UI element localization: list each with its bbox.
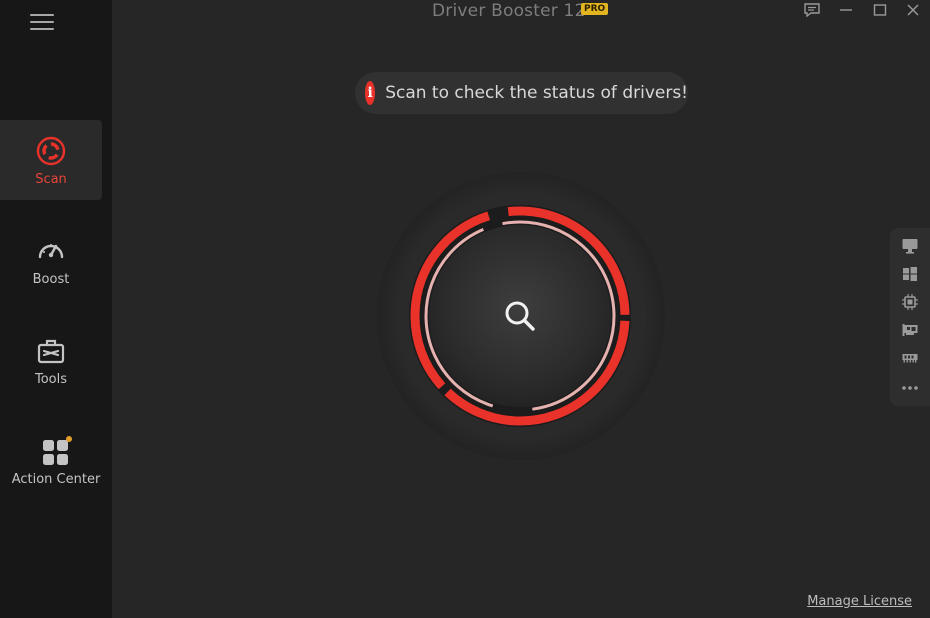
memory-icon[interactable] bbox=[900, 348, 920, 368]
close-icon[interactable] bbox=[902, 0, 924, 20]
device-category-rail bbox=[890, 228, 930, 406]
status-text: Scan to check the status of drivers! bbox=[385, 83, 688, 103]
sidebar: Scan Boost Tools Action Center bbox=[0, 0, 112, 618]
gauge-icon bbox=[34, 234, 68, 268]
windows-icon[interactable] bbox=[900, 264, 920, 284]
maximize-icon[interactable] bbox=[869, 0, 891, 20]
pro-badge: PRO bbox=[581, 3, 609, 15]
sidebar-item-label: Scan bbox=[35, 171, 67, 187]
more-icon[interactable] bbox=[900, 378, 920, 398]
sidebar-item-boost[interactable]: Boost bbox=[0, 220, 102, 300]
title-bar: Driver Booster 12 PRO bbox=[112, 0, 930, 24]
status-message: i Scan to check the status of drivers! bbox=[355, 72, 688, 114]
scan-button[interactable] bbox=[425, 221, 615, 411]
apps-grid-icon bbox=[39, 434, 73, 468]
sidebar-item-label: Action Center bbox=[11, 471, 101, 487]
feedback-icon[interactable] bbox=[801, 0, 823, 20]
sidebar-item-action-center[interactable]: Action Center bbox=[0, 420, 112, 500]
sidebar-item-label: Tools bbox=[34, 371, 68, 387]
monitor-icon[interactable] bbox=[900, 236, 920, 256]
minimize-icon[interactable] bbox=[835, 0, 857, 20]
search-icon bbox=[505, 301, 535, 331]
sidebar-item-scan[interactable]: Scan bbox=[0, 120, 102, 200]
network-card-icon[interactable] bbox=[900, 320, 920, 340]
sidebar-item-label: Boost bbox=[32, 271, 70, 287]
info-icon: i bbox=[365, 81, 376, 105]
hamburger-menu-icon[interactable] bbox=[30, 14, 54, 32]
toolbox-icon bbox=[34, 334, 68, 368]
manage-license-link[interactable]: Manage License bbox=[807, 594, 912, 609]
scan-icon bbox=[34, 134, 68, 168]
chip-icon[interactable] bbox=[900, 292, 920, 312]
app-title: Driver Booster 12 bbox=[432, 1, 586, 21]
sidebar-item-tools[interactable]: Tools bbox=[0, 320, 102, 400]
